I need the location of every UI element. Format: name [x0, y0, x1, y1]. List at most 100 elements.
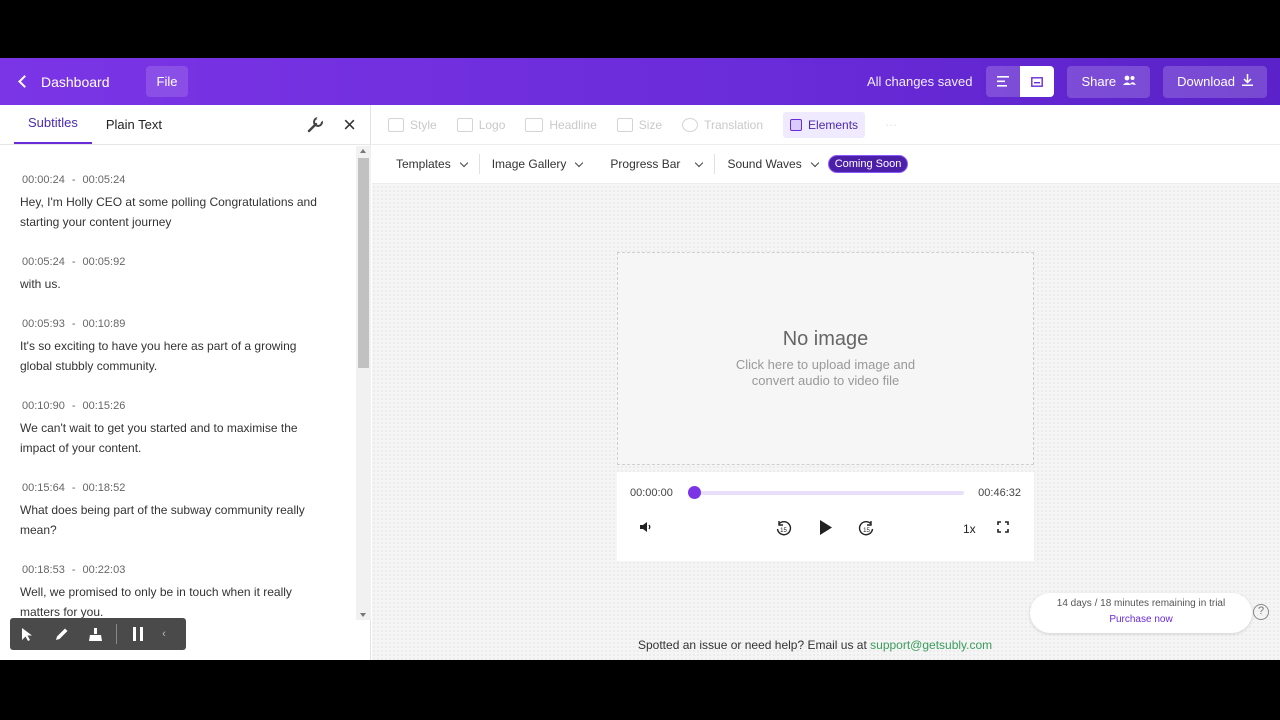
tab-elements[interactable]: Elements — [783, 111, 866, 138]
element-tabs: Templates Image Gallery Progress Bar Sou… — [372, 145, 1280, 184]
tab-translation[interactable]: Translation — [682, 117, 763, 132]
download-label: Download — [1177, 74, 1235, 89]
tab-more[interactable]: ⋯ — [885, 118, 897, 132]
divider — [478, 154, 480, 174]
video-frame-icon — [1031, 76, 1044, 87]
save-status: All changes saved — [866, 74, 973, 89]
templates-dropdown[interactable]: Templates — [396, 157, 468, 171]
translate-icon — [682, 117, 699, 132]
audio-player: 00:00:00 00:46:32 15 15 1x — [617, 472, 1034, 561]
tab-plain-text[interactable]: Plain Text — [92, 117, 176, 144]
purchase-now-link[interactable]: Purchase now — [1030, 614, 1252, 625]
chevron-down-icon — [575, 158, 584, 167]
svg-text:15: 15 — [780, 528, 787, 534]
subtitle-item[interactable]: 00:15:64-00:18:52 What does being part o… — [20, 482, 336, 540]
list-icon — [997, 76, 1010, 87]
scroll-down-arrow-icon[interactable] — [360, 613, 366, 617]
subtitle-text[interactable]: It's so exciting to have you here as par… — [20, 336, 320, 376]
tab-headline[interactable]: Headline — [525, 117, 597, 132]
subtitle-item[interactable]: 00:18:53-00:22:03 Well, we promised to o… — [20, 564, 336, 620]
subtitle-item[interactable]: 00:05:24-00:05:92 with us. — [20, 256, 336, 294]
editor-area: Style Logo Headline Size Translation Ele… — [372, 105, 1280, 660]
brush-icon — [388, 117, 404, 132]
skip-forward-icon[interactable]: 15 — [858, 520, 875, 540]
play-icon[interactable] — [819, 520, 832, 538]
fullscreen-icon[interactable] — [997, 520, 1009, 536]
coming-soon-badge: Coming Soon — [827, 155, 909, 173]
tab-style[interactable]: Style — [388, 117, 437, 132]
close-icon[interactable]: × — [343, 112, 356, 138]
chevron-down-icon — [459, 158, 468, 167]
subtitle-item[interactable]: 00:00:24-00:05:24 Hey, I'm Holly CEO at … — [20, 174, 336, 232]
subtitle-timestamp: 00:05:24-00:05:92 — [22, 256, 126, 268]
app-window: Dashboard File All changes saved Share D… — [0, 58, 1280, 660]
subtitle-text[interactable]: We can't wait to get you started and to … — [20, 418, 320, 458]
trial-remaining: 14 days / 18 minutes remaining in trial — [1056, 598, 1226, 609]
image-gallery-dropdown[interactable]: Image Gallery — [492, 157, 584, 171]
pause-icon[interactable] — [121, 618, 155, 650]
subtitle-scrollbar[interactable] — [356, 146, 371, 620]
view-toggle — [986, 66, 1055, 97]
divider — [714, 154, 716, 174]
subtitle-item[interactable]: 00:05:93-00:10:89 It's so exciting to ha… — [20, 318, 336, 376]
scroll-up-arrow-icon[interactable] — [360, 149, 366, 153]
collapse-chevron-icon[interactable]: ‹ — [155, 618, 173, 650]
total-time: 00:46:32 — [978, 487, 1021, 499]
toolbar-divider — [116, 624, 117, 644]
no-image-title: No image — [782, 328, 869, 350]
subtitle-text[interactable]: What does being part of the subway commu… — [20, 500, 320, 540]
logo-icon — [456, 117, 473, 132]
wrench-icon[interactable] — [306, 115, 324, 139]
tab-size[interactable]: Size — [616, 117, 662, 132]
download-icon — [1242, 74, 1253, 89]
subtitle-timestamp: 00:00:24-00:05:24 — [22, 174, 126, 186]
share-label: Share — [1081, 74, 1117, 89]
video-view-button[interactable] — [1020, 66, 1055, 97]
help-footer: Spotted an issue or need help? Email us … — [638, 638, 992, 652]
size-icon — [616, 117, 633, 132]
users-icon — [1123, 74, 1137, 89]
file-menu-button[interactable]: File — [145, 66, 189, 97]
skip-back-icon[interactable]: 15 — [775, 520, 792, 540]
dashboard-label: Dashboard — [41, 73, 110, 90]
subtitle-timestamp: 00:05:93-00:10:89 — [22, 318, 126, 330]
annotation-toolbar: ‹ — [10, 618, 186, 650]
elements-icon — [790, 118, 803, 131]
subtitle-text[interactable]: Hey, I'm Holly CEO at some polling Congr… — [20, 192, 320, 232]
subtitle-text[interactable]: Well, we promised to only be in touch wh… — [20, 582, 320, 620]
progress-bar-dropdown[interactable]: Progress Bar — [610, 157, 704, 171]
subtitle-timestamp: 00:15:64-00:18:52 — [22, 482, 126, 494]
subtitle-item[interactable]: 00:10:90-00:15:26 We can't wait to get y… — [20, 400, 336, 458]
subtitle-text[interactable]: with us. — [20, 274, 320, 294]
chevron-left-icon — [18, 75, 31, 88]
pencil-icon[interactable] — [44, 618, 78, 650]
top-bar: Dashboard File All changes saved Share D… — [0, 58, 1280, 105]
eraser-icon[interactable] — [78, 618, 112, 650]
list-view-button[interactable] — [986, 66, 1021, 97]
seek-handle[interactable] — [687, 486, 701, 499]
style-tabs: Style Logo Headline Size Translation Ele… — [372, 105, 1280, 145]
volume-icon[interactable] — [639, 520, 653, 536]
svg-text:15: 15 — [863, 528, 870, 534]
subtitle-timestamp: 00:10:90-00:15:26 — [22, 400, 126, 412]
seek-bar[interactable] — [687, 486, 965, 499]
tab-subtitles[interactable]: Subtitles — [14, 115, 92, 144]
back-to-dashboard-link[interactable]: Dashboard — [18, 73, 110, 90]
panel-tabs: Subtitles Plain Text × — [0, 105, 370, 145]
cursor-icon[interactable] — [10, 618, 44, 650]
chevron-down-icon — [810, 158, 819, 167]
image-upload-area[interactable]: No image Click here to upload image and … — [617, 252, 1034, 465]
current-time: 00:00:00 — [630, 487, 673, 499]
scrollbar-thumb[interactable] — [358, 158, 369, 368]
headline-icon — [525, 117, 544, 132]
help-text: Spotted an issue or need help? Email us … — [638, 638, 871, 652]
chevron-down-icon — [695, 158, 704, 167]
share-button[interactable]: Share — [1067, 65, 1151, 98]
playback-speed[interactable]: 1x — [963, 522, 976, 536]
tab-logo[interactable]: Logo — [456, 117, 505, 132]
help-icon[interactable]: ? — [1253, 604, 1269, 620]
subtitle-list: 00:00:24-00:05:24 Hey, I'm Holly CEO at … — [0, 146, 356, 620]
support-email-link[interactable]: support@getsubly.com — [870, 638, 992, 652]
download-button[interactable]: Download — [1163, 65, 1267, 98]
sound-waves-dropdown[interactable]: Sound Waves — [727, 157, 819, 171]
